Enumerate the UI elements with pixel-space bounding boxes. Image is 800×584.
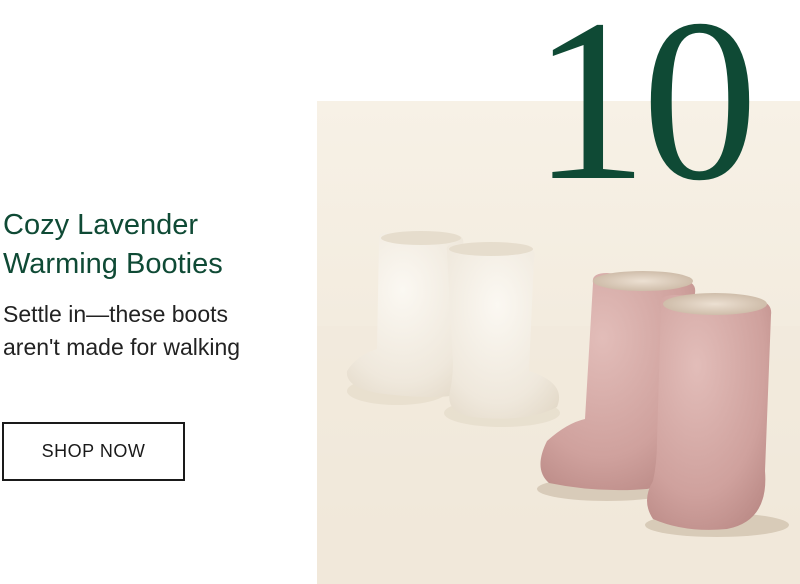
product-title: Cozy Lavender Warming Booties (3, 209, 223, 280)
product-tagline: Settle in—these boots aren't made for wa… (3, 301, 241, 360)
shop-now-button[interactable]: SHOP NOW (2, 422, 185, 481)
rank-number: 10 (532, 0, 758, 229)
